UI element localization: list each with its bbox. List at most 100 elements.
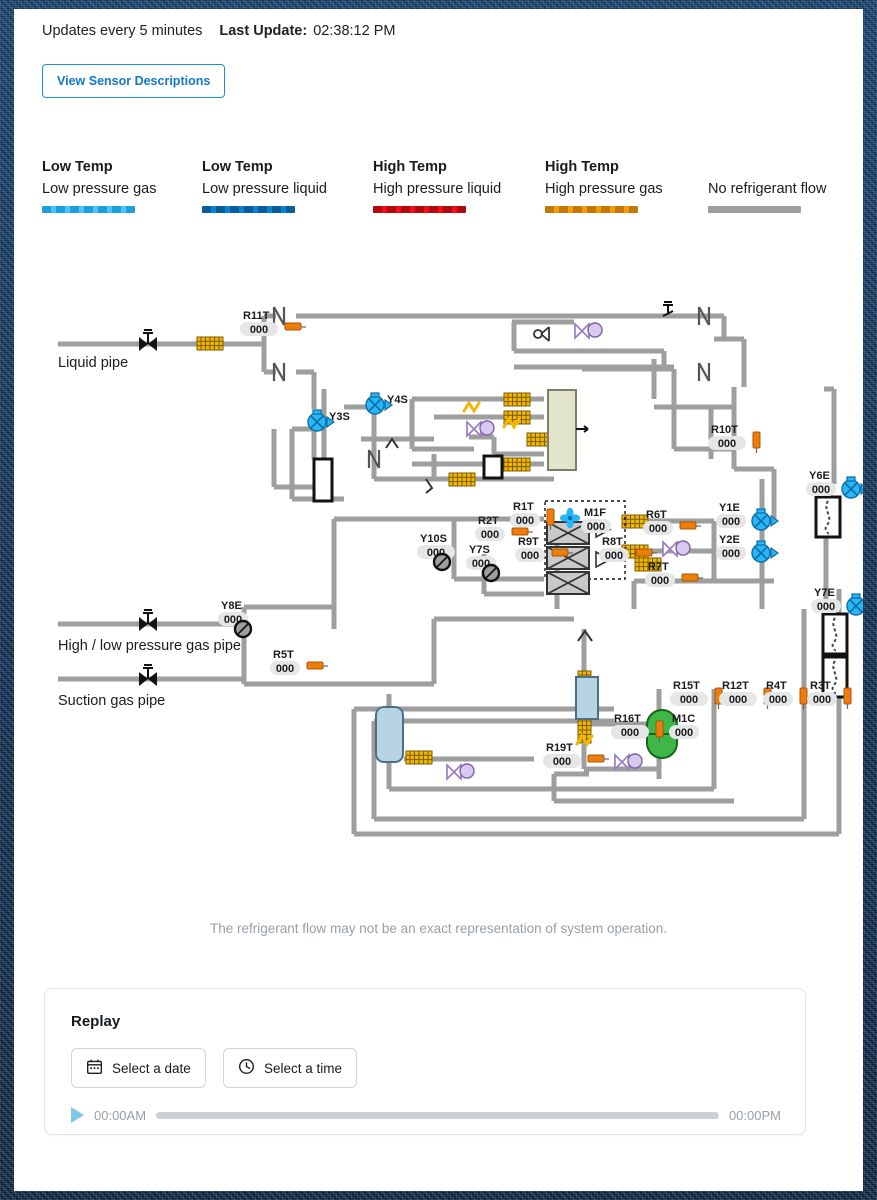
valve-coil <box>756 540 766 546</box>
sensor-value: 000 <box>812 484 830 496</box>
last-update-label: Last Update: <box>219 23 308 39</box>
sensor-id: R5T <box>273 649 294 661</box>
status-header: Updates every 5 minutes Last Update: 02:38… <box>42 23 395 39</box>
sensor-y4s[interactable]: Y4S <box>365 392 408 415</box>
page-body: Updates every 5 minutes Last Update: 02:38… <box>14 9 863 1191</box>
sensor-y2e[interactable]: Y2E000 <box>716 534 780 563</box>
sensor-id: R12T <box>722 680 749 692</box>
view-sensor-descriptions-button[interactable]: View Sensor Descriptions <box>42 64 226 98</box>
replay-title: Replay <box>71 1013 121 1030</box>
legend-color-bar <box>708 206 801 213</box>
clock-icon <box>238 1058 255 1078</box>
select-time-button[interactable]: Select a time <box>223 1048 358 1088</box>
select-date-label: Select a date <box>112 1060 191 1076</box>
sensor-id: Y7S <box>469 544 490 556</box>
sensor-r12t[interactable]: R12T 000 <box>719 680 772 709</box>
sensor-id: R4T <box>766 680 787 692</box>
sensor-value: 000 <box>729 694 747 706</box>
sensor-value: 000 <box>521 550 539 562</box>
thermistor-icon <box>655 720 664 738</box>
valve-coil <box>851 593 861 599</box>
sensor-id: R2T <box>478 515 499 527</box>
sensor-id: M1C <box>672 713 695 725</box>
sensor-value: 000 <box>680 694 698 706</box>
play-icon[interactable] <box>71 1107 84 1123</box>
sensor-id: R10T <box>711 424 738 436</box>
sensor-id: R7T <box>648 561 669 573</box>
thermistor-icon <box>306 661 324 670</box>
sensor-value: 000 <box>250 324 268 336</box>
sensor-id: Y8E <box>221 600 242 612</box>
legend-item-label: High pressure gas <box>545 181 663 197</box>
refrigerant-system-diagram: R11T 000 Y3S Y4S R10T 000 Y6E 000 R1T 000 R2T 000 Y1… <box>14 289 863 859</box>
sensor-value: 000 <box>481 529 499 541</box>
valve-actuator <box>860 482 863 496</box>
sensor-id: R15T <box>673 680 700 692</box>
legend-item-label: Low pressure liquid <box>202 181 327 197</box>
sensor-r10t[interactable]: R10T 000 <box>708 424 761 453</box>
sensor-id: R9T <box>518 536 539 548</box>
timeline-end-label: 00:00PM <box>728 1107 781 1123</box>
legend-item-temp: High Temp <box>545 159 619 175</box>
legend-item: No refrigerant flow <box>708 159 826 213</box>
sensor-value: 000 <box>587 521 605 533</box>
sensor-value: 000 <box>722 548 740 560</box>
replay-timeline: 00:00AM 00:00PM <box>71 1107 781 1123</box>
pipe-label: High / low pressure gas pipe <box>58 638 241 654</box>
sensor-id: Y2E <box>719 534 740 546</box>
select-time-label: Select a time <box>264 1060 343 1076</box>
sensor-r19t[interactable]: R19T 000 <box>543 742 609 768</box>
view-sensor-descriptions-label: View Sensor Descriptions <box>57 74 211 88</box>
sensor-value: 000 <box>649 523 667 535</box>
thermistor-icon <box>511 527 529 536</box>
update-interval-text: Updates every 5 minutes <box>42 23 203 39</box>
thermistor-icon <box>587 754 605 763</box>
sensor-y10s[interactable]: Y10S000 <box>417 533 455 572</box>
thermistor-icon <box>546 508 555 526</box>
thermistor-icon <box>752 431 761 449</box>
legend-item: Low Temp Low pressure gas <box>42 159 156 213</box>
sensor-id: R11T <box>243 310 270 322</box>
sensor-value: 000 <box>621 727 639 739</box>
sensor-value: 000 <box>605 550 623 562</box>
sensor-value: 000 <box>769 694 787 706</box>
sensor-y1e[interactable]: Y1E000 <box>716 502 780 531</box>
thermistor-icon <box>551 548 569 557</box>
sensor-id: R1T <box>513 501 534 513</box>
valve-coil <box>370 392 380 398</box>
legend-item-temp <box>708 159 826 175</box>
last-update-time: 02:38:12 PM <box>313 23 396 39</box>
valve-coil <box>846 476 856 482</box>
sensor-id: Y10S <box>420 533 447 545</box>
legend-item-label: No refrigerant flow <box>708 181 827 197</box>
timeline-slider[interactable] <box>156 1111 719 1119</box>
sensor-value: 000 <box>651 575 669 587</box>
sensor-y3s[interactable]: Y3S <box>307 409 350 432</box>
diagram-disclaimer: The refrigerant flow may not be an exact… <box>210 921 667 936</box>
timeline-start-label: 00:00AM <box>94 1107 147 1123</box>
valve-coil <box>756 508 766 514</box>
select-date-button[interactable]: Select a date <box>71 1048 206 1088</box>
legend-item-temp: Low Temp <box>202 159 273 175</box>
legend-item-label: Low pressure gas <box>42 181 157 197</box>
legend-color-bar <box>202 206 295 213</box>
sensor-y7s[interactable]: Y7S000 <box>466 544 501 583</box>
sensor-r5t[interactable]: R5T000 <box>270 649 328 675</box>
sensor-id: Y7E <box>814 587 835 599</box>
legend-item-temp: Low Temp <box>42 159 113 175</box>
sensor-id: R8T <box>602 536 623 548</box>
legend-item: Low Temp Low pressure liquid <box>202 159 327 213</box>
legend-color-bar <box>42 206 135 213</box>
legend-item-label: High pressure liquid <box>373 181 502 197</box>
sensor-id: R16T <box>614 713 641 725</box>
replay-panel: Replay Select a date Select a time 00:00… <box>44 988 806 1135</box>
sensor-value: 000 <box>516 515 534 527</box>
sensor-r4t[interactable]: R4T000 <box>763 680 808 709</box>
sensor-id: Y6E <box>809 470 830 482</box>
legend-item-temp: High Temp <box>373 159 447 175</box>
legend-item: High Temp High pressure liquid <box>373 159 501 213</box>
legend-color-bar <box>545 206 638 213</box>
refrigerant-flow-legend: Low Temp Low pressure gas Low Temp Low pres… <box>42 159 842 239</box>
sensor-value: 000 <box>276 663 294 675</box>
sensor-value: 000 <box>718 438 736 450</box>
